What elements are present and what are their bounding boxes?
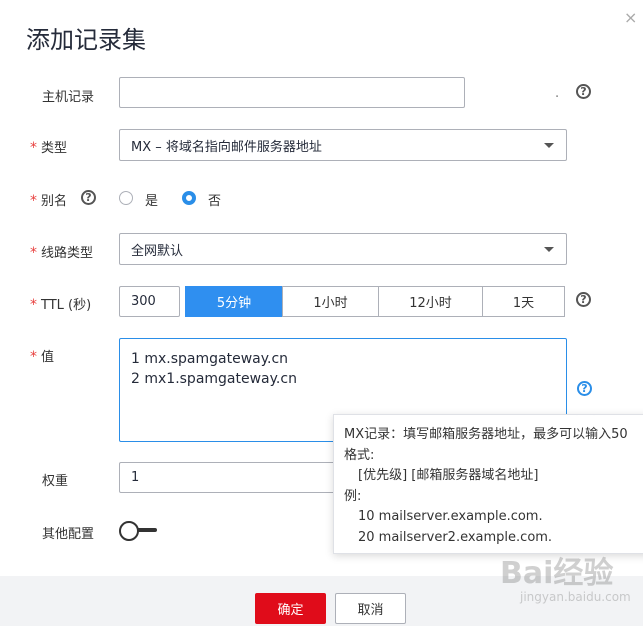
dialog-title: 添加记录集 (26, 26, 146, 54)
cancel-button[interactable]: 取消 (335, 593, 406, 624)
value-label-text: 值 (41, 350, 55, 365)
required-mark: * (30, 245, 37, 261)
tooltip-line: 20 mailserver2.example.com. (358, 529, 553, 545)
ttl-help-icon[interactable]: ? (576, 292, 591, 307)
weight-input[interactable]: 1 (119, 462, 349, 493)
value-label: * 值 (30, 346, 54, 365)
type-label-text: 类型 (41, 141, 68, 156)
ttl-preset-5min[interactable]: 5分钟 (185, 286, 283, 317)
line-label-text: 线路类型 (41, 246, 94, 261)
alias-label: * 别名 (30, 190, 67, 209)
chevron-down-icon (544, 143, 554, 148)
type-select[interactable]: MX – 将域名指向邮件服务器地址 (119, 129, 567, 161)
host-label: 主机记录 (42, 90, 95, 105)
tooltip-line: 格式: (344, 447, 375, 463)
ttl-preset-1d[interactable]: 1天 (482, 286, 565, 317)
ttl-label: * TTL (秒) (30, 294, 91, 313)
value-help-tooltip: MX记录：填写邮箱服务器地址，最多可以输入50 格式: [优先级] [邮箱服务器… (333, 414, 643, 554)
confirm-button[interactable]: 确定 (255, 593, 326, 624)
tooltip-line: MX记录：填写邮箱服务器地址，最多可以输入50 (344, 427, 628, 442)
alias-help-icon[interactable]: ? (81, 190, 96, 205)
ttl-preset-1h[interactable]: 1小时 (282, 286, 379, 317)
ttl-label-text: TTL (秒) (41, 298, 92, 313)
chevron-down-icon (544, 247, 554, 252)
alias-option-no[interactable]: 否 (208, 190, 221, 209)
alias-radio-no[interactable] (182, 191, 196, 205)
tooltip-arrow (576, 415, 595, 424)
line-select[interactable]: 全网默认 (119, 233, 567, 265)
close-icon[interactable]: × (624, 8, 637, 27)
toggle-knob (119, 521, 139, 541)
alias-radio-yes[interactable] (119, 191, 133, 205)
host-help-icon[interactable]: ? (576, 84, 591, 99)
value-line: 2 mx1.spamgateway.cn (131, 371, 297, 387)
value-line: 1 mx.spamgateway.cn (131, 351, 289, 367)
watermark-url: jingyan.baidu.com (520, 590, 631, 604)
weight-label: 权重 (42, 474, 69, 489)
tooltip-line: 例: (344, 488, 362, 504)
ttl-input[interactable]: 300 (119, 286, 180, 317)
alias-label-text: 别名 (41, 194, 68, 209)
alias-option-yes[interactable]: 是 (145, 190, 158, 209)
other-config-label: 其他配置 (42, 527, 95, 542)
required-mark: * (30, 193, 37, 209)
type-select-value: MX – 将域名指向邮件服务器地址 (131, 139, 322, 155)
required-mark: * (30, 140, 37, 156)
line-label: * 线路类型 (30, 242, 93, 261)
host-suffix: . (555, 86, 560, 101)
host-input[interactable] (119, 77, 465, 108)
required-mark: * (30, 297, 37, 313)
other-config-toggle[interactable] (119, 521, 157, 541)
tooltip-line: 10 mailserver.example.com. (358, 509, 543, 524)
line-select-value: 全网默认 (131, 243, 184, 259)
tooltip-line: [优先级] [邮箱服务器域名地址] (358, 468, 539, 483)
watermark-logo: Bai经验 (500, 556, 614, 591)
required-mark: * (30, 349, 37, 365)
type-label: * 类型 (30, 137, 67, 156)
value-help-icon[interactable]: ? (577, 381, 592, 396)
ttl-preset-12h[interactable]: 12小时 (378, 286, 483, 317)
